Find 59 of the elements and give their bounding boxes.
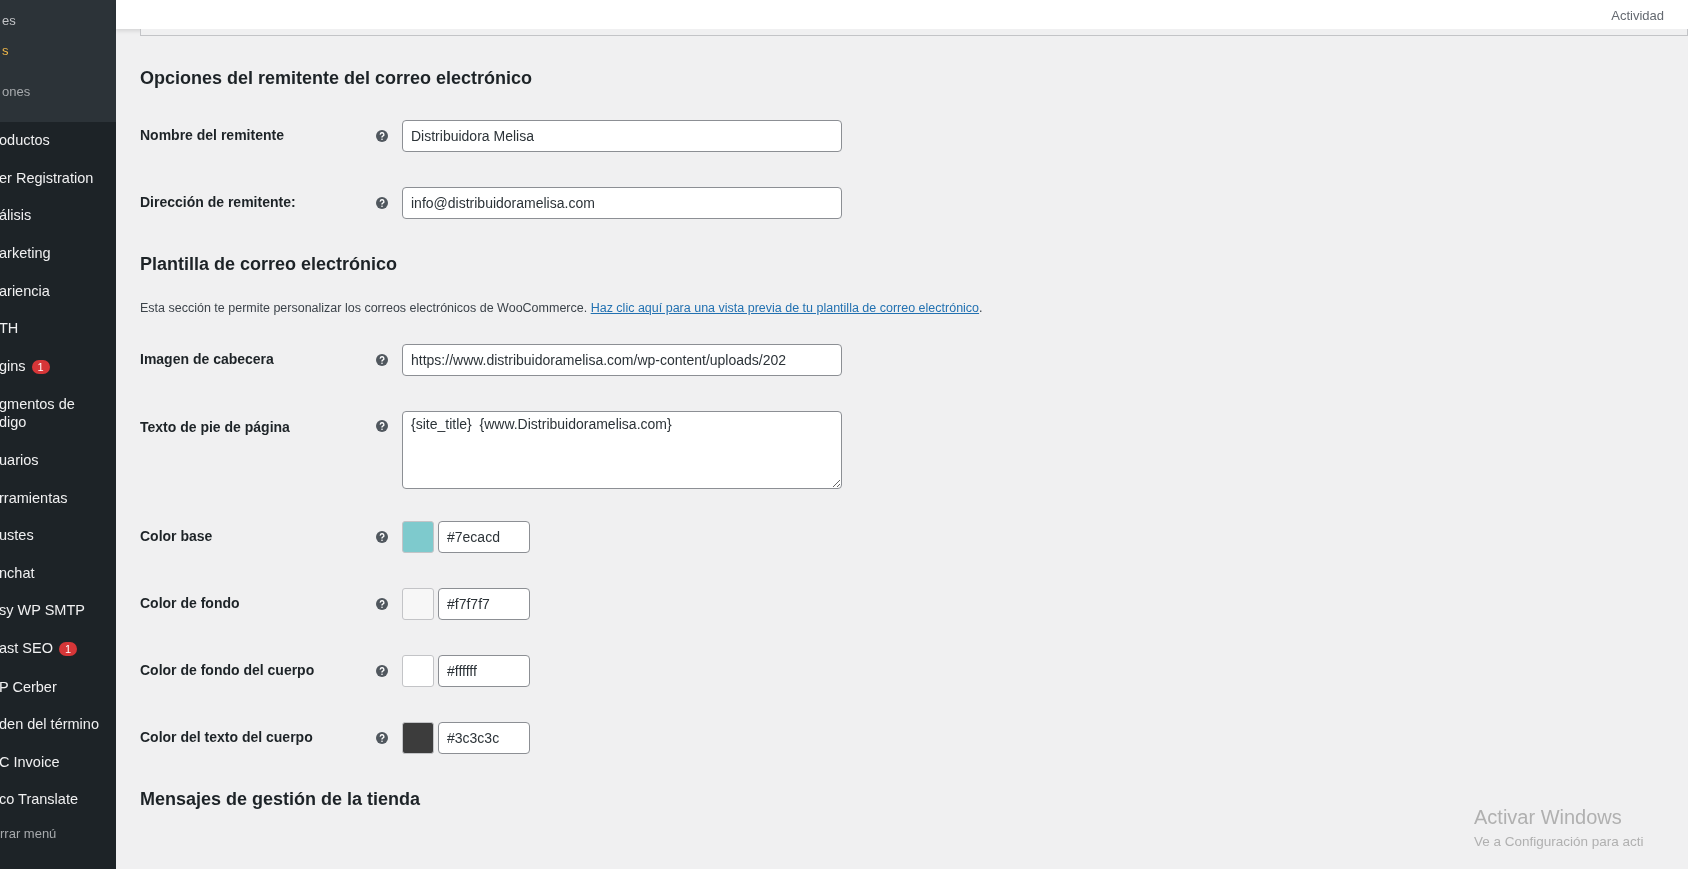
color-swatch[interactable] [402, 654, 434, 687]
color-swatch[interactable] [402, 721, 434, 754]
sidebar-item[interactable]: uarios [0, 451, 39, 470]
sidebar-item[interactable]: ariencia [0, 281, 50, 300]
sidebar-item[interactable]: TH [0, 319, 19, 338]
text-field[interactable]: Distribuidora Melisa [402, 119, 842, 152]
field-label: Color de fondo del cuerpo [140, 661, 316, 681]
color-hex-field[interactable]: #7ecacd [438, 520, 530, 553]
help-icon[interactable] [376, 664, 388, 677]
sidebar-item[interactable]: nchat [0, 563, 35, 582]
sidebar-item[interactable]: oductos [0, 131, 50, 150]
textarea-field[interactable]: {site_title} {www.Distribuidoramelisa.com} [402, 410, 842, 489]
sidebar-item[interactable]: arketing [0, 244, 51, 263]
help-icon[interactable] [376, 731, 388, 744]
color-hex-field[interactable]: #f7f7f7 [438, 587, 530, 620]
field-label: Nombre del remitente [140, 126, 285, 146]
menu-group-label: ones [1, 83, 32, 101]
notification-badge: 1 [59, 642, 78, 656]
section-heading: Plantilla de correo electrónico [140, 253, 399, 276]
section-heading: Mensajes de gestión de la tienda [140, 788, 422, 811]
field-label: Imagen de cabecera [140, 350, 275, 370]
sidebar-item[interactable]: rramientas [0, 488, 68, 507]
section-description: Esta sección te permite personalizar los correos electrónicos de WooCommerce. Haz clic aquí para una vista previa de tu plantilla de correo electrónico. [140, 300, 984, 318]
help-icon[interactable] [376, 419, 388, 432]
sidebar-item[interactable]: gins [0, 356, 26, 375]
sidebar-item[interactable]: den del término [0, 715, 99, 734]
text-field[interactable]: info@distribuidoramelisa.com [402, 186, 842, 219]
color-swatch[interactable] [402, 587, 434, 620]
activity-link[interactable]: Actividad [1611, 5, 1688, 25]
color-hex-field[interactable]: #3c3c3c [438, 721, 530, 754]
help-icon[interactable] [376, 196, 388, 209]
field-label: Color base [140, 527, 214, 547]
sidebar-item[interactable]: sy WP SMTP [0, 601, 85, 620]
field-label: Texto de pie de página [140, 417, 291, 437]
sidebar-item[interactable]: ast SEO [0, 639, 53, 657]
sidebar-item[interactable]: ustes [0, 526, 34, 545]
sidebar-item[interactable]: co Translate [0, 790, 78, 809]
activation-title: Activar Windows [1474, 805, 1623, 830]
submenu-item[interactable]: s [0, 36, 116, 66]
activation-text: Ve a Configuración para acti [1474, 833, 1644, 851]
notification-badge: 1 [31, 359, 50, 374]
help-icon[interactable] [376, 597, 388, 610]
sidebar-item[interactable]: C Invoice [0, 752, 60, 771]
color-swatch[interactable] [402, 520, 434, 553]
field-label: Color del texto del cuerpo [140, 728, 314, 748]
color-hex-field[interactable]: #ffffff [438, 654, 530, 687]
field-label: Color de fondo [140, 594, 241, 614]
submenu-item[interactable]: es [0, 6, 116, 36]
help-icon[interactable] [376, 353, 388, 366]
sidebar-item[interactable]: er Registration [0, 168, 94, 187]
sidebar-item[interactable]: P Cerber [0, 677, 57, 696]
help-icon[interactable] [376, 530, 388, 543]
collapse-menu-link[interactable]: rrar menú [0, 818, 116, 844]
sidebar-item[interactable]: gmentos de digo [0, 395, 75, 432]
field-label: Dirección de remitente: [140, 193, 297, 213]
text-field[interactable]: https://www.distribuidoramelisa.com/wp-content/uploads/202 [402, 343, 842, 376]
help-icon[interactable] [376, 129, 388, 142]
sidebar-item[interactable]: álisis [0, 206, 32, 225]
section-heading: Opciones del remitente del correo electrónico [140, 68, 534, 90]
